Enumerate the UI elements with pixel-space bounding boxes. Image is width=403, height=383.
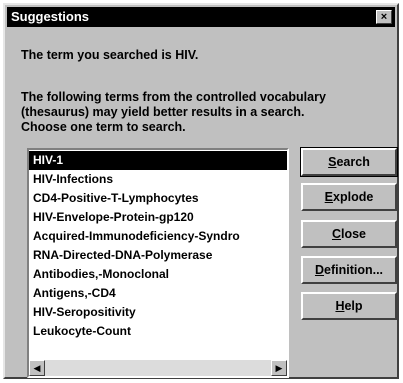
close-icon: × [380, 11, 388, 23]
left-arrow-icon: ◀ [33, 363, 41, 373]
title-bar: Suggestions × [7, 7, 395, 27]
list-item[interactable]: CD4-Positive-T-Lymphocytes [29, 189, 287, 208]
list-item[interactable]: Antigens,-CD4 [29, 284, 287, 303]
search-button[interactable]: Search [300, 147, 398, 177]
horizontal-scrollbar[interactable]: ◀ ▶ [29, 360, 287, 376]
definition-button-accel: D [314, 263, 324, 277]
right-arrow-icon: ▶ [275, 363, 283, 373]
list-item[interactable]: RNA-Directed-DNA-Polymerase [29, 246, 287, 265]
terms-listbox[interactable]: HIV-1 HIV-Infections CD4-Positive-T-Lympho… [27, 148, 289, 378]
instructions-text: The following terms from the controlled … [21, 90, 326, 134]
close-window-button[interactable]: × [376, 10, 392, 24]
help-button-label: elp [344, 299, 363, 313]
scroll-right-button[interactable]: ▶ [271, 360, 287, 376]
list-item[interactable]: Leukocyte-Count [29, 322, 287, 341]
list-item[interactable]: HIV-1 [29, 151, 287, 170]
search-button-label: earch [336, 155, 370, 169]
searched-term-message: The term you searched is HIV. [21, 48, 199, 62]
list-item[interactable]: HIV-Envelope-Protein-gp120 [29, 208, 287, 227]
help-button[interactable]: Help [301, 292, 397, 320]
dialog-title: Suggestions [11, 9, 90, 24]
definition-button-label: efinition... [324, 263, 384, 277]
explode-button-accel: E [324, 190, 334, 204]
terms-list: HIV-1 HIV-Infections CD4-Positive-T-Lympho… [29, 151, 287, 341]
list-item[interactable]: HIV-Seropositivity [29, 303, 287, 322]
explode-button[interactable]: Explode [301, 183, 397, 211]
close-button[interactable]: Close [301, 220, 397, 248]
scroll-left-button[interactable]: ◀ [29, 360, 45, 376]
list-item[interactable]: HIV-Infections [29, 170, 287, 189]
close-button-accel: C [331, 227, 341, 241]
list-item[interactable]: Antibodies,-Monoclonal [29, 265, 287, 284]
definition-button[interactable]: Definition... [301, 256, 397, 284]
suggestions-dialog: Suggestions × The term you searched is H… [3, 3, 399, 379]
close-button-label: lose [341, 227, 367, 241]
explode-button-label: xplode [333, 190, 374, 204]
list-item[interactable]: Acquired-Immunodeficiency-Syndro [29, 227, 287, 246]
